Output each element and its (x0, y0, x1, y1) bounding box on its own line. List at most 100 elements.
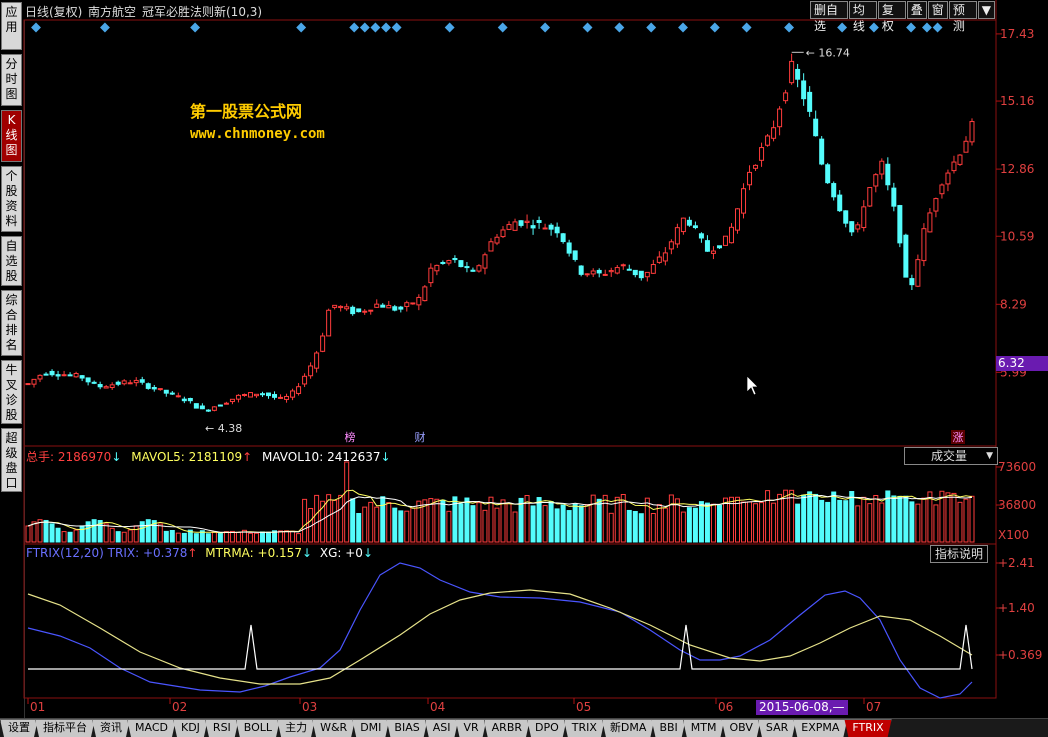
volume-bar (314, 494, 320, 543)
tab-bbi[interactable]: BBI (651, 719, 685, 737)
current-price-tag: 6.32 (996, 356, 1048, 371)
volume-bar (849, 491, 855, 543)
tab-arbr[interactable]: ARBR (484, 719, 530, 737)
trix-value: +0.378 (142, 546, 188, 560)
tab-kdj[interactable]: KDJ (173, 719, 208, 737)
tab-bias[interactable]: BIAS (386, 719, 427, 737)
candle-body (61, 374, 67, 377)
tab--[interactable]: 主力 (277, 719, 315, 737)
signal-diamond (31, 22, 41, 33)
candle-body (698, 233, 704, 239)
tab-sar[interactable]: SAR (758, 719, 796, 737)
indicator-tick-label: +2.41 (998, 556, 1035, 570)
volume-bar (434, 498, 440, 543)
candle-body (704, 240, 710, 252)
volume-type-select[interactable]: 成交量 ▼ (904, 447, 998, 465)
candle-body (440, 261, 446, 264)
tab-mtm[interactable]: MTM (683, 719, 725, 737)
candle-body (91, 381, 97, 384)
candle-body (873, 174, 879, 187)
signal-diamond (381, 22, 391, 33)
candle-body (578, 265, 584, 275)
volume-bar (867, 503, 873, 543)
tab-trix[interactable]: TRIX (564, 719, 605, 737)
candle-body (969, 121, 975, 143)
candle-body (638, 270, 644, 279)
volume-bar (704, 502, 710, 543)
tab-asi[interactable]: ASI (425, 719, 459, 737)
candle-body (789, 60, 795, 84)
volume-bar (482, 509, 488, 543)
arrow-down-icon: ↓ (301, 546, 313, 560)
indicator-name[interactable]: FTRIX(12,20) (26, 546, 104, 560)
candle-body (416, 296, 422, 306)
candle-body (692, 225, 698, 229)
mtrma-line (27, 589, 973, 685)
price-tick-label: 10.59 (1000, 229, 1034, 243)
volume-bar (951, 492, 957, 543)
volume-bar (67, 531, 73, 543)
candle-body (139, 379, 145, 383)
volume-bar (91, 519, 97, 543)
tab-w-r[interactable]: W&R (312, 719, 355, 737)
candle-body (31, 378, 37, 385)
candle-body (49, 370, 55, 376)
candle-body (939, 184, 945, 195)
candle-body (957, 154, 963, 165)
tab--dma[interactable]: 新DMA (602, 719, 655, 737)
tab-expma[interactable]: EXPMA (793, 719, 847, 737)
mavol10-value: 2412637 (327, 450, 381, 464)
event-marker-label: 财 (415, 430, 426, 444)
volume-bar (506, 502, 512, 543)
volume-bar (410, 507, 416, 543)
volume-bar (644, 497, 650, 543)
volume-bar (205, 533, 211, 543)
volume-bar (530, 505, 536, 543)
mavol5-value: 2181109 (188, 450, 243, 464)
candle-body (590, 270, 596, 275)
month-tick-label: 07 (866, 700, 881, 714)
volume-bar (614, 496, 620, 543)
candle-body (247, 392, 253, 398)
candle-body (464, 266, 470, 269)
tab-ftrix[interactable]: FTRIX (844, 719, 891, 737)
volume-bar (921, 497, 927, 543)
volume-bar (163, 530, 169, 543)
candle-body (566, 242, 572, 254)
candle-body (656, 256, 662, 263)
volume-bar (632, 511, 638, 543)
volume-bar (596, 498, 602, 543)
tab-vr[interactable]: VR (455, 719, 486, 737)
tab--[interactable]: 指标平台 (35, 719, 95, 737)
signal-diamond (837, 22, 848, 33)
candle-body (891, 187, 897, 207)
price-tick-label: 15.16 (1000, 94, 1034, 108)
volume-bar (915, 503, 921, 543)
tab-obv[interactable]: OBV (721, 719, 760, 737)
candle-body (356, 308, 362, 313)
trix-line (27, 562, 973, 699)
signal-diamond (582, 22, 593, 33)
tab-boll[interactable]: BOLL (236, 719, 280, 737)
candle-body (945, 172, 951, 185)
volume-bar (73, 529, 79, 543)
price-tick-label: 12.86 (1000, 162, 1034, 176)
tab-rsi[interactable]: RSI (205, 719, 239, 737)
candle-body (626, 268, 632, 271)
candle-body (506, 224, 512, 230)
chart-canvas[interactable]: ← 16.74 ← 4.38 榜 财 涨 17.43 15.16 12.86 10.59 8.2… (0, 0, 1048, 718)
arrow-down-icon: ↓ (362, 546, 374, 560)
tab--[interactable]: 设置 (0, 719, 38, 737)
indicator-help-button[interactable]: 指标说明 (930, 545, 989, 563)
candle-body (332, 304, 338, 308)
tab-macd[interactable]: MACD (127, 719, 176, 737)
tab--[interactable]: 资讯 (92, 719, 130, 737)
tab-dmi[interactable]: DMI (352, 719, 389, 737)
volume-bar (909, 501, 915, 543)
candle-body (446, 260, 452, 264)
tab-dpo[interactable]: DPO (527, 719, 567, 737)
candle-body (765, 135, 771, 146)
candle-body (668, 241, 674, 250)
volume-bar (686, 507, 692, 543)
candle-body (398, 306, 404, 310)
